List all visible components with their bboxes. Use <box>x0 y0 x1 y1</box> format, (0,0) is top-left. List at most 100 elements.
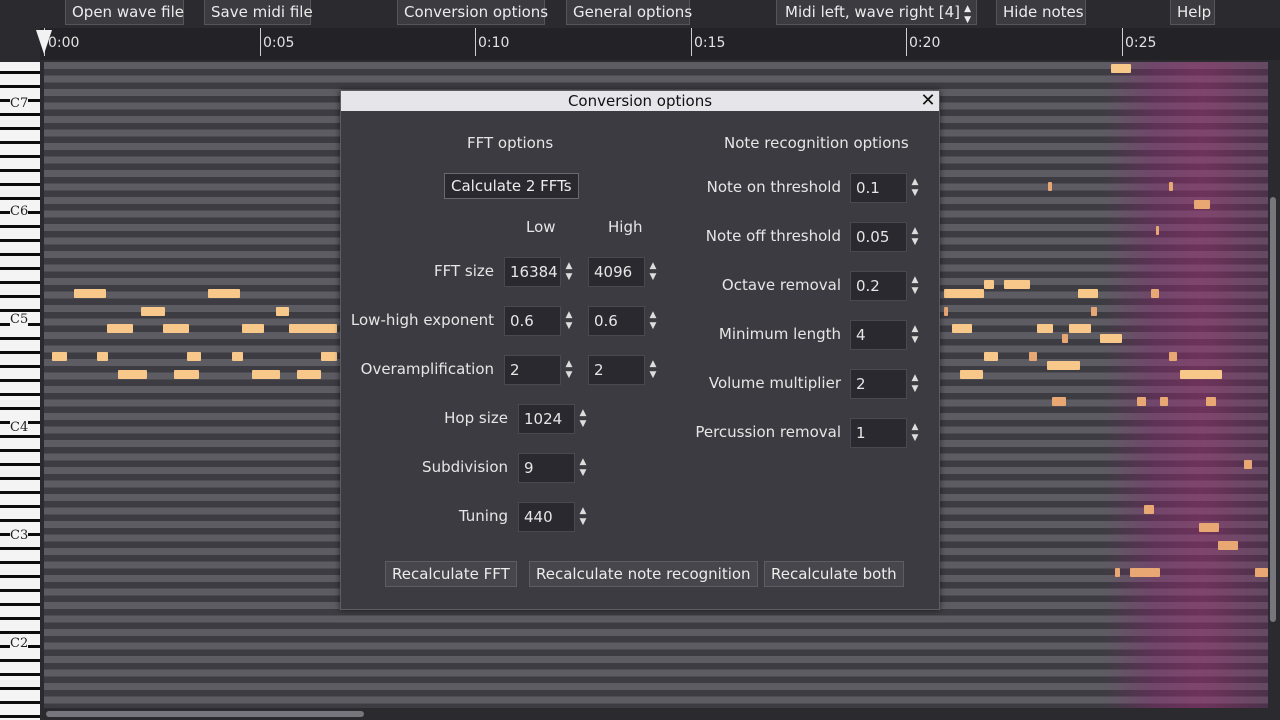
save-midi-button[interactable]: Save midi file <box>204 0 313 25</box>
midi-note[interactable] <box>1218 541 1238 550</box>
up-down-arrows-icon[interactable]: ▲ ▼ <box>909 222 921 252</box>
midi-note[interactable] <box>1199 523 1219 532</box>
close-icon[interactable]: ✕ <box>920 91 936 111</box>
minimum-length-input[interactable]: 4 <box>850 320 907 350</box>
midi-note[interactable] <box>118 370 147 379</box>
hop-size-input[interactable]: 1024 <box>518 404 575 434</box>
midi-note[interactable] <box>1156 226 1159 235</box>
midi-note[interactable] <box>944 307 948 316</box>
midi-note[interactable] <box>1169 352 1177 361</box>
overamplification-high-input[interactable]: 2 <box>588 355 645 385</box>
midi-note[interactable] <box>1244 460 1252 469</box>
midi-note[interactable] <box>1037 324 1053 333</box>
midi-note[interactable] <box>1048 182 1052 191</box>
midi-note[interactable] <box>232 352 243 361</box>
recalculate-fft-button[interactable]: Recalculate FFT <box>385 561 517 587</box>
up-down-arrows-icon[interactable]: ▲ ▼ <box>577 404 589 434</box>
vertical-scrollbar[interactable] <box>1268 62 1280 708</box>
up-down-arrows-icon[interactable]: ▲ ▼ <box>909 320 921 350</box>
midi-note[interactable] <box>1069 324 1091 333</box>
up-down-arrows-icon[interactable]: ▲ ▼ <box>563 355 575 385</box>
octave-removal-input[interactable]: 0.2 <box>850 271 907 301</box>
midi-note[interactable] <box>276 307 289 316</box>
up-down-arrows-icon[interactable]: ▲ ▼ <box>909 369 921 399</box>
midi-note[interactable] <box>1194 200 1210 209</box>
help-button[interactable]: Help <box>1170 0 1215 25</box>
midi-note[interactable] <box>1100 334 1122 343</box>
midi-note[interactable] <box>1206 397 1216 406</box>
midi-note[interactable] <box>1111 64 1131 73</box>
midi-note[interactable] <box>1169 182 1173 191</box>
octave-removal-label: Octave removal <box>721 276 841 294</box>
piano-keyboard[interactable]: C7 C6 C5 C4 C3 C2 <box>0 62 40 720</box>
up-down-arrows-icon[interactable]: ▲ ▼ <box>909 271 921 301</box>
midi-note[interactable] <box>208 289 240 298</box>
midi-note[interactable] <box>984 280 994 289</box>
fft-size-low-input[interactable]: 16384 <box>504 257 561 287</box>
midi-note[interactable] <box>1062 334 1068 343</box>
up-down-arrows-icon[interactable]: ▲ ▼ <box>577 453 589 483</box>
note-off-threshold-input[interactable]: 0.05 <box>850 222 907 252</box>
midi-note[interactable] <box>960 370 983 379</box>
midi-note[interactable] <box>1160 397 1168 406</box>
midi-note[interactable] <box>1130 568 1160 577</box>
midi-note[interactable] <box>141 307 165 316</box>
playhead-triangle-icon[interactable] <box>36 30 52 54</box>
midi-note[interactable] <box>97 352 108 361</box>
up-down-arrows-icon[interactable]: ▲ ▼ <box>563 306 575 336</box>
volume-multiplier-input[interactable]: 2 <box>850 369 907 399</box>
subdivision-input[interactable]: 9 <box>518 453 575 483</box>
midi-note[interactable] <box>74 289 106 298</box>
general-options-button[interactable]: General options <box>566 0 692 25</box>
midi-note[interactable] <box>297 370 321 379</box>
midi-note[interactable] <box>289 324 337 333</box>
midi-note[interactable] <box>1144 505 1154 514</box>
horizontal-scroll-thumb[interactable] <box>46 711 364 717</box>
midi-note[interactable] <box>1255 568 1268 577</box>
vertical-scroll-thumb[interactable] <box>1270 197 1276 622</box>
overamplification-low-input[interactable]: 2 <box>504 355 561 385</box>
midi-note[interactable] <box>1137 397 1146 406</box>
open-wave-button[interactable]: Open wave file <box>65 0 184 25</box>
note-on-threshold-input[interactable]: 0.1 <box>850 173 907 203</box>
midi-note[interactable] <box>1091 307 1097 316</box>
percussion-removal-input[interactable]: 1 <box>850 418 907 448</box>
midi-note[interactable] <box>252 370 280 379</box>
midi-note[interactable] <box>1078 289 1098 298</box>
up-down-arrows-icon[interactable]: ▲ ▼ <box>563 257 575 287</box>
midi-note[interactable] <box>1115 568 1120 577</box>
exponent-low-input[interactable]: 0.6 <box>504 306 561 336</box>
midi-note[interactable] <box>321 352 337 361</box>
timeline-ruler[interactable]: 0:00 0:05 0:10 0:15 0:20 0:25 <box>40 28 1280 60</box>
calculate-ffts-toggle[interactable]: Calculate 2 FFTs <box>444 173 579 199</box>
dialog-title-bar[interactable]: Conversion options ✕ <box>341 91 939 111</box>
midi-note[interactable] <box>1052 397 1066 406</box>
midi-note[interactable] <box>1180 370 1222 379</box>
up-down-arrows-icon[interactable]: ▲ ▼ <box>909 418 921 448</box>
exponent-high-input[interactable]: 0.6 <box>588 306 645 336</box>
view-mode-select[interactable]: Midi left, wave right [4] ▲ ▼ <box>776 0 977 25</box>
hide-notes-button[interactable]: Hide notes <box>996 0 1086 25</box>
midi-note[interactable] <box>1004 280 1030 289</box>
midi-note[interactable] <box>1029 352 1037 361</box>
recalculate-notes-button[interactable]: Recalculate note recognition <box>529 561 758 587</box>
midi-note[interactable] <box>1047 361 1080 370</box>
midi-note[interactable] <box>52 352 67 361</box>
horizontal-scrollbar[interactable] <box>40 708 1268 720</box>
recalculate-both-button[interactable]: Recalculate both <box>764 561 904 587</box>
midi-note[interactable] <box>952 324 972 333</box>
tuning-input[interactable]: 440 <box>518 502 575 532</box>
midi-note[interactable] <box>1151 289 1159 298</box>
midi-note[interactable] <box>107 324 133 333</box>
midi-note[interactable] <box>174 370 199 379</box>
conversion-options-button[interactable]: Conversion options <box>397 0 548 25</box>
up-down-arrows-icon[interactable]: ▲ ▼ <box>577 502 589 532</box>
midi-note[interactable] <box>944 289 984 298</box>
midi-note[interactable] <box>163 324 189 333</box>
tick-mark <box>906 28 907 56</box>
midi-note[interactable] <box>187 352 201 361</box>
midi-note[interactable] <box>242 324 264 333</box>
up-down-arrows-icon[interactable]: ▲ ▼ <box>909 173 921 203</box>
fft-size-high-input[interactable]: 4096 <box>588 257 645 287</box>
midi-note[interactable] <box>984 352 998 361</box>
